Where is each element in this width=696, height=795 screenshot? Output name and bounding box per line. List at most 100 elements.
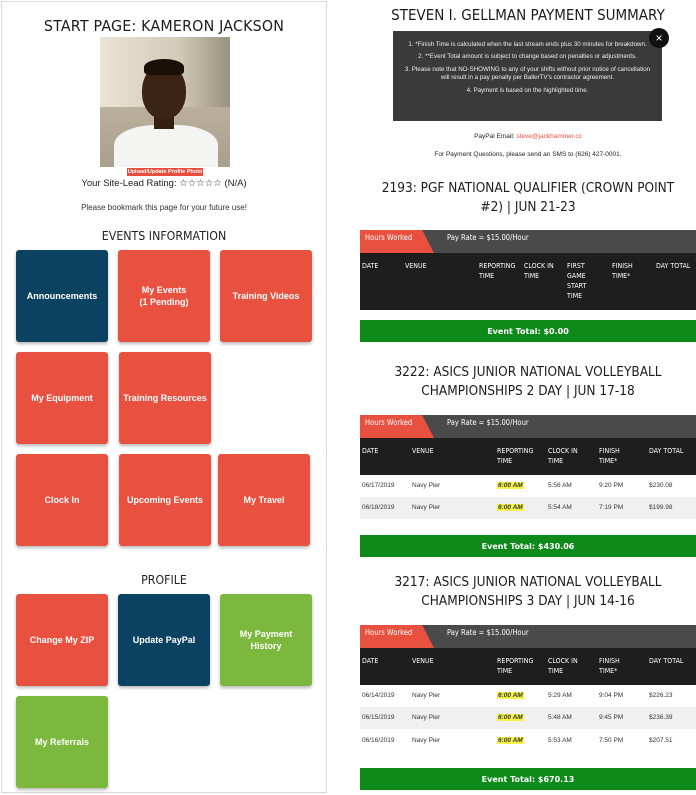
cell-reporting: 6:00 AM — [497, 482, 524, 489]
cell-venue: Navy Pier — [412, 737, 441, 744]
col-clock-in: CLOCK IN TIME — [524, 262, 554, 280]
note-item: 1. *Finish Time is calculated when the l… — [408, 41, 647, 48]
cell-date: 06/18/2019 — [362, 504, 395, 511]
site-lead-rating: Your Site-Lead Rating: ☆☆☆☆☆ (N/A) — [81, 178, 247, 189]
cell-finish: 7:50 PM — [599, 737, 624, 744]
hours-worked-bar: Hours Worked Pay Rate = $15.00/Hour — [360, 415, 696, 438]
payment-history-tile[interactable]: My Payment History — [220, 594, 312, 686]
col-venue: VENUE — [412, 447, 434, 455]
cell-date: 06/15/2019 — [362, 714, 395, 721]
cell-day-total: $226.23 — [649, 692, 673, 699]
clock-in-tile[interactable]: Clock In — [16, 454, 108, 546]
hours-worked-label: Hours Worked — [365, 628, 413, 637]
my-equipment-tile[interactable]: My Equipment — [16, 352, 108, 444]
col-clock-in: CLOCK IN TIME — [548, 657, 578, 675]
cell-finish: 9:04 PM — [599, 692, 624, 699]
table-row: 06/17/2019 Navy Pier 6:00 AM 5:56 AM 9:2… — [360, 475, 696, 497]
cell-clock-in: 5:48 AM — [548, 714, 572, 721]
table-row: 06/15/2019 Navy Pier 6:00 AM 5:48 AM 9:4… — [360, 707, 696, 729]
close-icon[interactable]: × — [649, 28, 669, 48]
profile-photo — [100, 37, 230, 167]
announcements-tile[interactable]: Announcements — [16, 250, 108, 342]
table-row: 06/16/2019 Navy Pier 6:00 AM 5:53 AM 7:5… — [360, 730, 696, 752]
update-paypal-tile[interactable]: Update PayPal — [118, 594, 210, 686]
col-day-total: DAY TOTAL — [656, 262, 691, 270]
pay-rate-label: Pay Rate = $15.00/Hour — [447, 418, 529, 427]
my-travel-tile[interactable]: My Travel — [218, 454, 310, 546]
cell-date: 06/16/2019 — [362, 737, 395, 744]
paypal-email-link[interactable]: steve@jackhammer.cc — [516, 133, 581, 140]
event-title: 3222: ASICS JUNIOR NATIONAL VOLLEYBALL C… — [394, 364, 662, 399]
payment-notes-box: 1. *Finish Time is calculated when the l… — [393, 31, 662, 121]
event-total-bar: Event Total: $670.13 — [360, 768, 696, 790]
pay-rate-label: Pay Rate = $15.00/Hour — [447, 628, 529, 637]
cell-clock-in: 5:29 AM — [548, 692, 572, 699]
payment-summary-title: STEVEN I. GELLMAN PAYMENT SUMMARY — [391, 6, 665, 24]
col-clock-in: CLOCK IN TIME — [548, 447, 578, 465]
profile-heading: PROFILE — [141, 573, 187, 587]
cell-venue: Navy Pier — [412, 504, 441, 511]
page-title: START PAGE: KAMERON JACKSON — [43, 17, 285, 35]
hours-worked-label: Hours Worked — [365, 233, 413, 242]
col-venue: VENUE — [412, 657, 434, 665]
col-day-total: DAY TOTAL — [649, 447, 684, 455]
my-events-tile[interactable]: My Events (1 Pending) — [118, 250, 210, 342]
events-information-heading: EVENTS INFORMATION — [101, 229, 227, 243]
col-venue: VENUE — [405, 262, 427, 270]
cell-clock-in: 5:54 AM — [548, 504, 572, 511]
hours-worked-bar: Hours Worked Pay Rate = $15.00/Hour — [360, 625, 696, 648]
change-zip-tile[interactable]: Change My ZIP — [16, 594, 108, 686]
table-row: 06/18/2019 Navy Pier 6:00 AM 5:54 AM 7:1… — [360, 497, 696, 519]
note-item: 2. **Event Total amount is subject to ch… — [418, 53, 637, 61]
hours-worked-label: Hours Worked — [365, 418, 413, 427]
table-header: DATE VENUE REPORTING TIME CLOCK IN TIME … — [360, 253, 696, 310]
cell-reporting: 6:00 AM — [497, 504, 524, 511]
col-finish: FINISH TIME* — [612, 262, 633, 280]
note-item: 3. Please note that NO-SHOWING to any of… — [404, 65, 651, 82]
payment-summary-panel: STEVEN I. GELLMAN PAYMENT SUMMARY 1. *Fi… — [360, 1, 696, 795]
col-first-game: FIRST GAME START TIME — [567, 262, 587, 300]
col-reporting: REPORTING TIME — [497, 447, 534, 465]
table-header: DATE VENUE REPORTING TIME CLOCK IN TIME … — [360, 438, 696, 475]
cell-venue: Navy Pier — [412, 714, 441, 721]
event-total-bar: Event Total: $0.00 — [360, 320, 696, 342]
cell-finish: 9:20 PM — [599, 482, 624, 489]
upload-photo-button[interactable]: Upload/Update Profile Photo — [127, 168, 203, 176]
cell-day-total: $236.39 — [649, 714, 673, 721]
col-finish: FINISH TIME* — [599, 657, 620, 675]
paypal-email-line: PayPal Email: steve@jackhammer.cc — [360, 133, 696, 140]
table-header: DATE VENUE REPORTING TIME CLOCK IN TIME … — [360, 648, 696, 685]
cell-date: 06/17/2019 — [362, 482, 395, 489]
col-day-total: DAY TOTAL — [649, 657, 684, 665]
training-videos-tile[interactable]: Training Videos — [220, 250, 312, 342]
cell-day-total: $207.51 — [649, 737, 673, 744]
training-resources-tile[interactable]: Training Resources — [119, 352, 211, 444]
cell-clock-in: 5:53 AM — [548, 737, 572, 744]
cell-reporting: 6:00 AM — [497, 714, 524, 721]
cell-finish: 9:45 PM — [599, 714, 624, 721]
col-date: DATE — [362, 262, 379, 270]
event-title: 2193: PGF NATIONAL QUALIFIER (CROWN POIN… — [381, 180, 675, 215]
cell-venue: Navy Pier — [412, 692, 441, 699]
cell-day-total: $230.08 — [649, 482, 673, 489]
event-title: 3217: ASICS JUNIOR NATIONAL VOLLEYBALL C… — [394, 574, 662, 609]
cell-venue: Navy Pier — [412, 482, 441, 489]
my-referrals-tile[interactable]: My Referrals — [16, 696, 108, 788]
col-reporting: REPORTING TIME — [497, 657, 534, 675]
hours-worked-bar: Hours Worked Pay Rate = $15.00/Hour — [360, 230, 696, 253]
sms-contact-line: For Payment Questions, please send an SM… — [434, 151, 622, 158]
cell-reporting: 6:00 AM — [497, 692, 524, 699]
table-row: 06/14/2019 Navy Pier 6:00 AM 5:29 AM 9:0… — [360, 685, 696, 707]
paypal-label: PayPal Email: — [474, 133, 515, 140]
cell-finish: 7:19 PM — [599, 504, 624, 511]
cell-date: 06/14/2019 — [362, 692, 395, 699]
bookmark-note: Please bookmark this page for your futur… — [81, 203, 247, 212]
cell-clock-in: 5:56 AM — [548, 482, 572, 489]
pay-rate-label: Pay Rate = $15.00/Hour — [447, 233, 529, 242]
event-total-bar: Event Total: $430.06 — [360, 535, 696, 557]
cell-reporting: 6:00 AM — [497, 737, 524, 744]
col-reporting: REPORTING TIME — [479, 262, 516, 280]
col-date: DATE — [362, 447, 379, 455]
col-date: DATE — [362, 657, 379, 665]
upcoming-events-tile[interactable]: Upcoming Events — [119, 454, 211, 546]
